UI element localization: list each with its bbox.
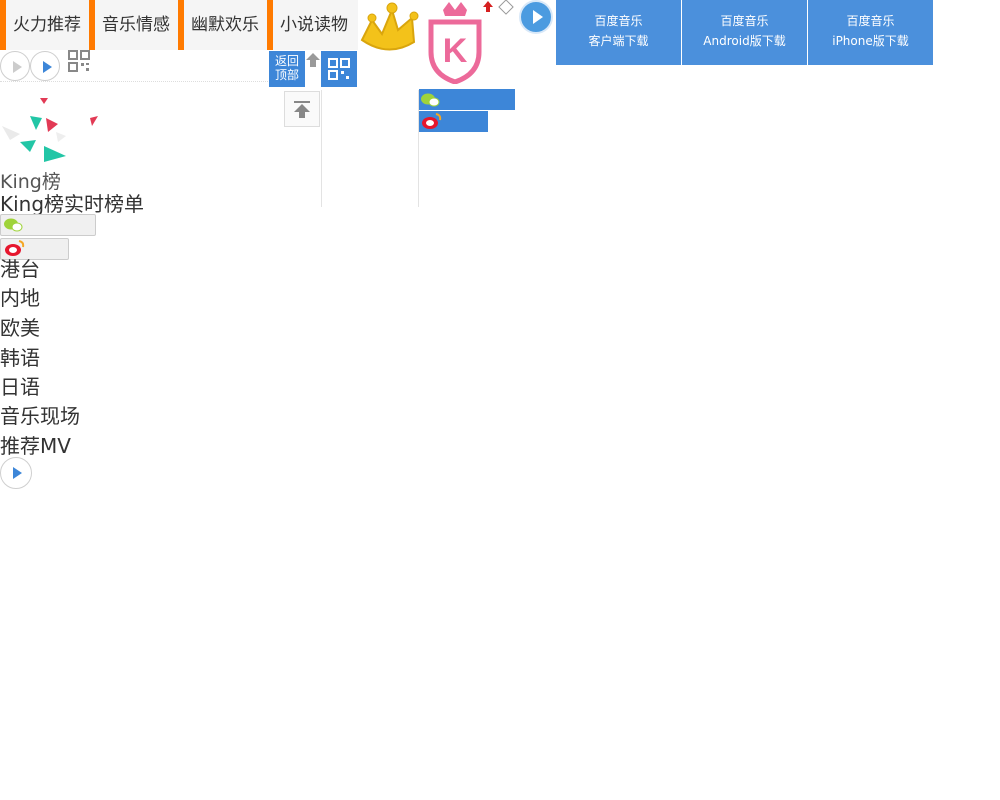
king-chart-title: King榜实时榜单 [0, 192, 145, 216]
wechat-icon [421, 93, 440, 107]
download-client-line1: 百度音乐 [594, 14, 643, 28]
play-button[interactable] [30, 51, 60, 81]
crown-icon [360, 2, 419, 51]
play-icon [43, 61, 52, 73]
download-client-button[interactable]: 百度音乐 客户端下载 [556, 0, 681, 65]
tab-recommend[interactable]: 火力推荐 [0, 0, 89, 50]
region-western[interactable]: 欧美 [0, 316, 40, 340]
qrcode-icon[interactable] [68, 50, 90, 72]
play-button-blue[interactable] [519, 0, 553, 34]
weibo-icon [422, 113, 442, 129]
region-live[interactable]: 音乐现场 [0, 404, 80, 428]
wechat-share-button[interactable] [0, 214, 96, 236]
play-button[interactable] [0, 457, 32, 489]
qrcode-button[interactable] [321, 51, 357, 87]
tab-emotion[interactable]: 音乐情感 [89, 0, 178, 50]
play-button-grey[interactable] [0, 51, 30, 81]
wechat-icon [4, 218, 23, 232]
divider [321, 90, 322, 207]
weibo-share-button[interactable] [419, 111, 488, 132]
arrow-up-red-icon[interactable] [482, 0, 518, 16]
svg-text:K: K [443, 32, 468, 70]
scroll-top-icon [294, 101, 310, 118]
play-icon [533, 10, 543, 24]
region-mv[interactable]: 推荐MV [0, 434, 71, 458]
back-to-top-line1: 返回 [275, 54, 300, 68]
download-android-button[interactable]: 百度音乐 Android版下载 [682, 0, 807, 65]
play-icon [13, 467, 22, 479]
download-iphone-line1: 百度音乐 [846, 14, 895, 28]
arrow-up-icon[interactable] [305, 52, 321, 68]
download-iphone-line2: iPhone版下载 [832, 34, 909, 48]
divider [0, 81, 272, 82]
wechat-share-button[interactable] [419, 89, 515, 110]
region-mainland[interactable]: 内地 [0, 286, 40, 310]
download-android-line2: Android版下载 [703, 34, 786, 48]
back-to-top-line2: 顶部 [275, 68, 300, 82]
region-japanese[interactable]: 日语 [0, 375, 40, 399]
region-hktw[interactable]: 港台 [0, 257, 40, 281]
download-android-line1: 百度音乐 [720, 14, 769, 28]
king-k-badge-icon: K [428, 2, 482, 84]
tab-novel[interactable]: 小说读物 [267, 0, 358, 50]
weibo-icon [5, 240, 25, 256]
download-client-line2: 客户端下载 [588, 34, 649, 48]
qrcode-icon [328, 58, 350, 80]
tab-humor[interactable]: 幽默欢乐 [178, 0, 267, 50]
region-korean[interactable]: 韩语 [0, 346, 40, 370]
king-logo-graphic [2, 98, 98, 162]
back-to-top-button[interactable]: 返回 顶部 [269, 51, 305, 87]
scroll-top-button[interactable] [284, 91, 320, 127]
play-icon [13, 61, 22, 73]
download-iphone-button[interactable]: 百度音乐 iPhone版下载 [808, 0, 933, 65]
